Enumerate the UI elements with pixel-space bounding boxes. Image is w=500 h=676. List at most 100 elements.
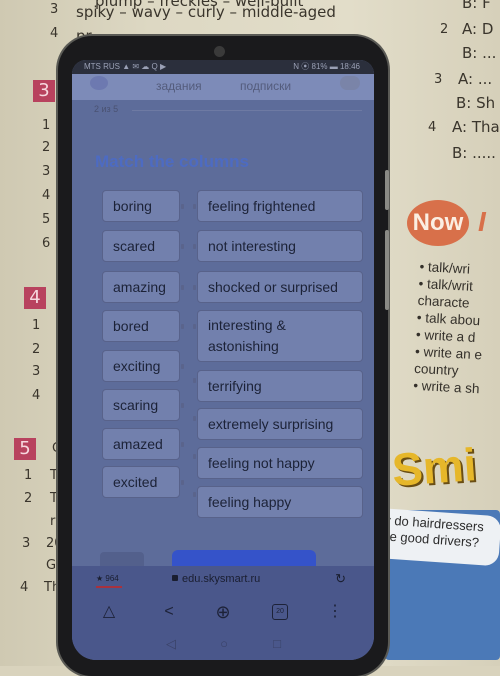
right-card[interactable]: feeling frightened bbox=[197, 190, 363, 222]
recents-nav-icon[interactable]: □ bbox=[268, 636, 286, 651]
connector-dot bbox=[181, 480, 184, 485]
card-label: feeling happy bbox=[208, 493, 292, 510]
dialog-line: A: Tha bbox=[452, 118, 500, 136]
connector-dot bbox=[193, 454, 196, 459]
new-tab-plus-icon[interactable]: ⊕ bbox=[212, 602, 234, 622]
speech-bubble: hy do hairdressers ake good drivers? bbox=[370, 507, 500, 567]
right-card[interactable]: interesting & astonishing bbox=[197, 310, 363, 362]
connector-dot bbox=[193, 285, 196, 290]
card-label: feeling not happy bbox=[208, 454, 315, 471]
list-number: 1 bbox=[24, 468, 33, 483]
list-number: 4 bbox=[20, 580, 29, 595]
right-card[interactable]: feeling happy bbox=[197, 486, 363, 518]
list-number: 1 bbox=[32, 318, 41, 333]
list-number: 3 bbox=[32, 364, 41, 379]
list-number: 1 bbox=[42, 118, 51, 133]
list-number: 6 bbox=[42, 236, 51, 251]
dialog-line: B: ..... bbox=[452, 144, 496, 162]
connector-dot bbox=[181, 403, 184, 408]
left-card[interactable]: excited bbox=[102, 466, 180, 498]
right-card[interactable]: shocked or surprised bbox=[197, 271, 363, 303]
connector-dot bbox=[181, 364, 184, 369]
home-triangle-icon[interactable]: △ bbox=[98, 602, 120, 622]
browser-toolbar: △ < ⊕ 20 ⋮ bbox=[72, 596, 374, 630]
left-card[interactable]: amazing bbox=[102, 271, 180, 303]
tab-tasks[interactable]: задания bbox=[156, 79, 202, 93]
phone-side-button bbox=[385, 170, 389, 210]
list-number: 4 bbox=[32, 388, 41, 403]
avatar[interactable] bbox=[340, 76, 360, 90]
left-card[interactable]: bored bbox=[102, 310, 180, 342]
left-card[interactable]: exciting bbox=[102, 350, 180, 382]
phone-screen: MTS RUS ▲ ✉ ☁ Q ▶ N ⦿ 81% ▬ 18:46 задани… bbox=[72, 60, 374, 660]
left-card[interactable]: amazed bbox=[102, 428, 180, 460]
dialog-line: B: F bbox=[462, 0, 491, 12]
list-number: 3 bbox=[42, 164, 51, 179]
section-badge: 5 bbox=[14, 438, 36, 460]
now-badge: Now bbox=[407, 200, 469, 246]
book-line-number: 4 bbox=[50, 26, 59, 41]
dialog-number: 2 bbox=[440, 22, 449, 37]
front-camera bbox=[214, 46, 225, 57]
android-nav-bar: ◁ ○ □ bbox=[72, 630, 374, 660]
connector-dot bbox=[193, 416, 196, 421]
left-card[interactable]: boring bbox=[102, 190, 180, 222]
right-card[interactable]: not interesting bbox=[197, 230, 363, 262]
reload-icon[interactable]: ↻ bbox=[335, 571, 346, 587]
home-nav-icon[interactable]: ○ bbox=[215, 636, 233, 651]
status-left: MTS RUS ▲ ✉ ☁ Q ▶ bbox=[84, 62, 167, 71]
card-label: extremely surprising bbox=[208, 415, 334, 432]
url-field[interactable]: edu.skysmart.ru bbox=[182, 573, 260, 585]
tabs-count-icon[interactable]: 20 bbox=[272, 604, 288, 620]
list-number: 2 bbox=[42, 140, 51, 155]
dialog-line: A: ... bbox=[458, 70, 493, 88]
left-card[interactable]: scaring bbox=[102, 389, 180, 421]
list-number: 4 bbox=[42, 188, 51, 203]
card-label: shocked or surprised bbox=[208, 278, 338, 295]
lock-icon bbox=[172, 575, 178, 581]
connector-dot bbox=[193, 492, 196, 497]
card-label: amazing bbox=[113, 278, 166, 295]
exercise-title: Match the columns bbox=[95, 152, 249, 171]
connector-dot bbox=[181, 204, 184, 209]
bullet-list: • talk/wri • talk/writ characte • talk a… bbox=[413, 258, 487, 397]
list-number: 5 bbox=[42, 212, 51, 227]
connector-dot bbox=[193, 378, 196, 383]
check-answer-button[interactable] bbox=[172, 550, 316, 566]
smile-title: Smi bbox=[390, 438, 479, 496]
connector-dot bbox=[181, 244, 184, 249]
card-label: bored bbox=[113, 317, 149, 334]
card-label: exciting bbox=[113, 357, 161, 374]
list-number: 3 bbox=[22, 536, 31, 551]
right-card[interactable]: feeling not happy bbox=[197, 447, 363, 479]
browser-url-bar: ★ 964 edu.skysmart.ru ↻ bbox=[72, 566, 374, 596]
dialog-line: B: Sh bbox=[456, 94, 496, 112]
card-label: scared bbox=[113, 237, 156, 254]
connector-dot bbox=[181, 285, 184, 290]
dialog-number: 3 bbox=[434, 72, 443, 87]
section-badge: 4 bbox=[24, 287, 46, 309]
dialog-line: B: ... bbox=[462, 44, 497, 62]
section-badge: 3 bbox=[33, 80, 55, 102]
app-logo-icon[interactable] bbox=[90, 76, 108, 90]
book-line-number: 3 bbox=[50, 2, 59, 17]
site-rating[interactable]: ★ 964 bbox=[96, 574, 119, 583]
left-card[interactable]: scared bbox=[102, 230, 180, 262]
tab-subscriptions[interactable]: подписки bbox=[240, 79, 291, 93]
card-label: boring bbox=[113, 197, 152, 214]
connector-dot bbox=[193, 244, 196, 249]
dialog-line: A: D bbox=[462, 20, 494, 38]
phone-volume-button bbox=[385, 230, 389, 310]
card-label: not interesting bbox=[208, 237, 296, 254]
card-label: feeling frightened bbox=[208, 197, 316, 214]
back-nav-icon[interactable]: ◁ bbox=[162, 636, 180, 652]
right-card[interactable]: extremely surprising bbox=[197, 408, 363, 440]
card-label: scaring bbox=[113, 396, 159, 413]
share-icon[interactable]: < bbox=[158, 602, 180, 622]
back-button[interactable] bbox=[100, 552, 144, 566]
dialog-number: 4 bbox=[428, 120, 437, 135]
card-label: amazed bbox=[113, 435, 163, 452]
status-right: N ⦿ 81% ▬ 18:46 bbox=[293, 62, 360, 71]
menu-dots-icon[interactable]: ⋮ bbox=[324, 602, 346, 622]
right-card[interactable]: terrifying bbox=[197, 370, 363, 402]
